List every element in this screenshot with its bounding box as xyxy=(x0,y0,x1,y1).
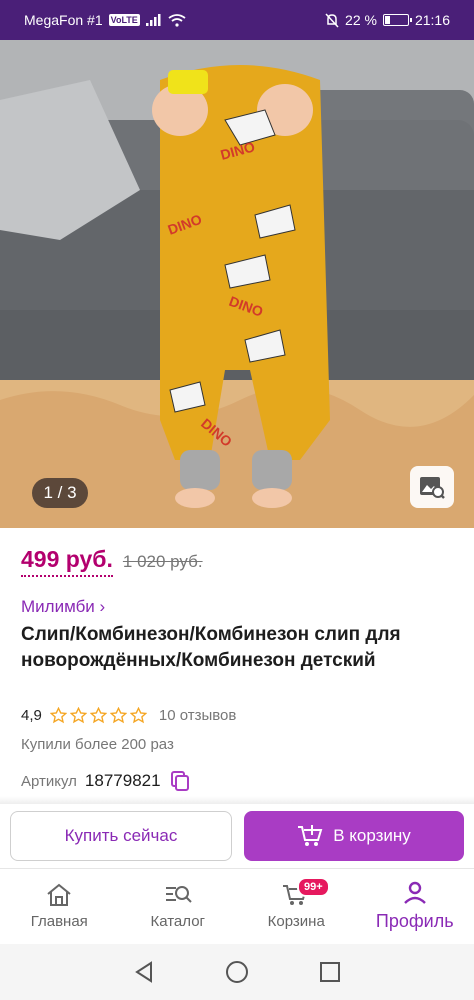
add-to-cart-label: В корзину xyxy=(333,826,411,845)
current-price: 499 руб. xyxy=(21,546,113,577)
copy-icon[interactable] xyxy=(169,770,191,792)
mute-bell-icon xyxy=(325,12,339,28)
product-photo[interactable]: DINO DINO DINO DINO xyxy=(0,40,474,528)
volte-badge: VoLTE xyxy=(108,14,140,26)
bottom-tab-bar: Главная Каталог 99+ Корзина Профиль xyxy=(0,868,474,944)
bought-count: Купили более 200 раз xyxy=(21,736,174,753)
image-search-icon xyxy=(420,477,445,499)
tab-cart[interactable]: 99+ Корзина xyxy=(237,869,356,944)
brand-link[interactable]: Милимби › xyxy=(21,597,105,617)
catalog-search-icon xyxy=(165,886,192,903)
signal-icon xyxy=(145,14,161,26)
rating-value: 4,9 xyxy=(21,707,42,724)
star-icon xyxy=(89,707,107,724)
battery-percent: 22 % xyxy=(345,12,377,28)
article-row: Артикул 18779821 xyxy=(21,770,191,792)
cart-badge: 99+ xyxy=(297,877,330,897)
rating-stars xyxy=(49,707,147,724)
add-cart-icon xyxy=(298,825,323,846)
back-icon[interactable] xyxy=(133,961,155,983)
home-circle-icon[interactable] xyxy=(225,960,249,984)
wifi-icon xyxy=(168,13,186,27)
tab-catalog[interactable]: Каталог xyxy=(119,869,238,944)
home-icon xyxy=(47,883,71,906)
article-value: 18779821 xyxy=(84,771,161,790)
clock: 21:16 xyxy=(414,12,450,28)
star-icon xyxy=(49,707,67,724)
product-photo-illustration: DINO DINO DINO DINO xyxy=(0,40,474,528)
carrier-name: MegaFon #1 xyxy=(24,12,103,28)
star-icon xyxy=(69,707,87,724)
battery-icon xyxy=(382,14,412,26)
gallery-counter: 1 / 3 xyxy=(32,478,88,508)
star-icon xyxy=(129,707,147,724)
tab-catalog-label: Каталог xyxy=(150,913,206,930)
buy-now-button[interactable]: Купить сейчас xyxy=(10,811,232,861)
recents-icon[interactable] xyxy=(319,961,341,983)
add-to-cart-button[interactable]: В корзину xyxy=(244,811,464,861)
tab-profile-label: Профиль xyxy=(375,911,454,931)
tab-cart-label: Корзина xyxy=(267,913,325,930)
visual-search-button[interactable] xyxy=(410,466,454,508)
buy-now-label: Купить сейчас xyxy=(64,826,178,845)
star-icon xyxy=(109,707,127,724)
profile-icon xyxy=(403,881,426,904)
rating-row[interactable]: 4,9 10 отзывов xyxy=(21,707,236,724)
article-label: Артикул xyxy=(21,772,77,790)
tab-home-label: Главная xyxy=(30,913,88,930)
reviews-count[interactable]: 10 отзывов xyxy=(159,707,237,724)
tab-home[interactable]: Главная xyxy=(0,869,119,944)
section-divider xyxy=(0,796,474,804)
old-price: 1 020 руб. xyxy=(122,552,203,571)
status-bar: MegaFon #1 VoLTE 22 % 21:16 xyxy=(0,0,474,40)
product-title: Слип/Комбинезон/Комбинезон слип для ново… xyxy=(21,624,401,671)
tab-profile[interactable]: Профиль xyxy=(356,869,474,944)
system-nav-bar xyxy=(0,944,474,1000)
price-row: 499 руб. 1 020 руб. xyxy=(21,546,203,577)
action-bar: Купить сейчас В корзину xyxy=(0,804,474,868)
